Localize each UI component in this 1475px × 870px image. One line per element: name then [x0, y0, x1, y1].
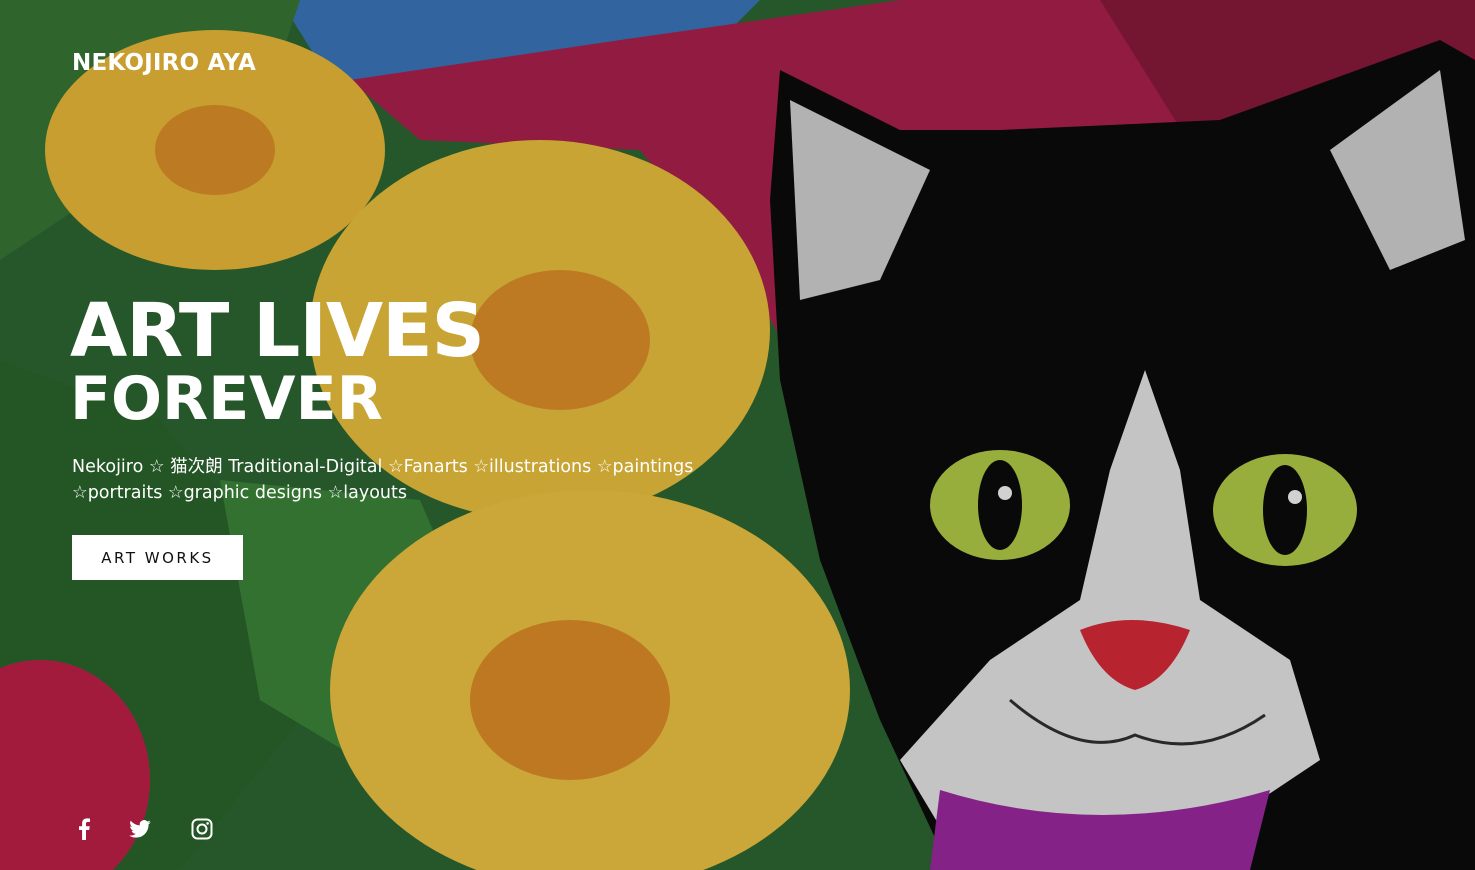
site-brand[interactable]: NEKOJIRO AYA — [72, 50, 256, 76]
art-works-button[interactable]: ART WORKS — [72, 535, 243, 580]
headline-line-1: ART LIVES — [70, 288, 485, 374]
headline-line-2: FOREVER — [70, 364, 383, 434]
twitter-icon[interactable] — [128, 816, 152, 842]
hero-section: NEKOJIRO AYA ART LIVES FOREVER Nekojiro … — [0, 0, 1475, 870]
social-links — [72, 816, 214, 842]
hero-dim-overlay — [0, 0, 1475, 870]
hero-tagline: Nekojiro ☆ 猫次朗 Traditional-Digital ☆Fana… — [72, 457, 694, 503]
facebook-icon[interactable] — [72, 816, 96, 842]
hero-headline: ART LIVES FOREVER — [70, 288, 485, 434]
instagram-icon[interactable] — [190, 816, 214, 842]
